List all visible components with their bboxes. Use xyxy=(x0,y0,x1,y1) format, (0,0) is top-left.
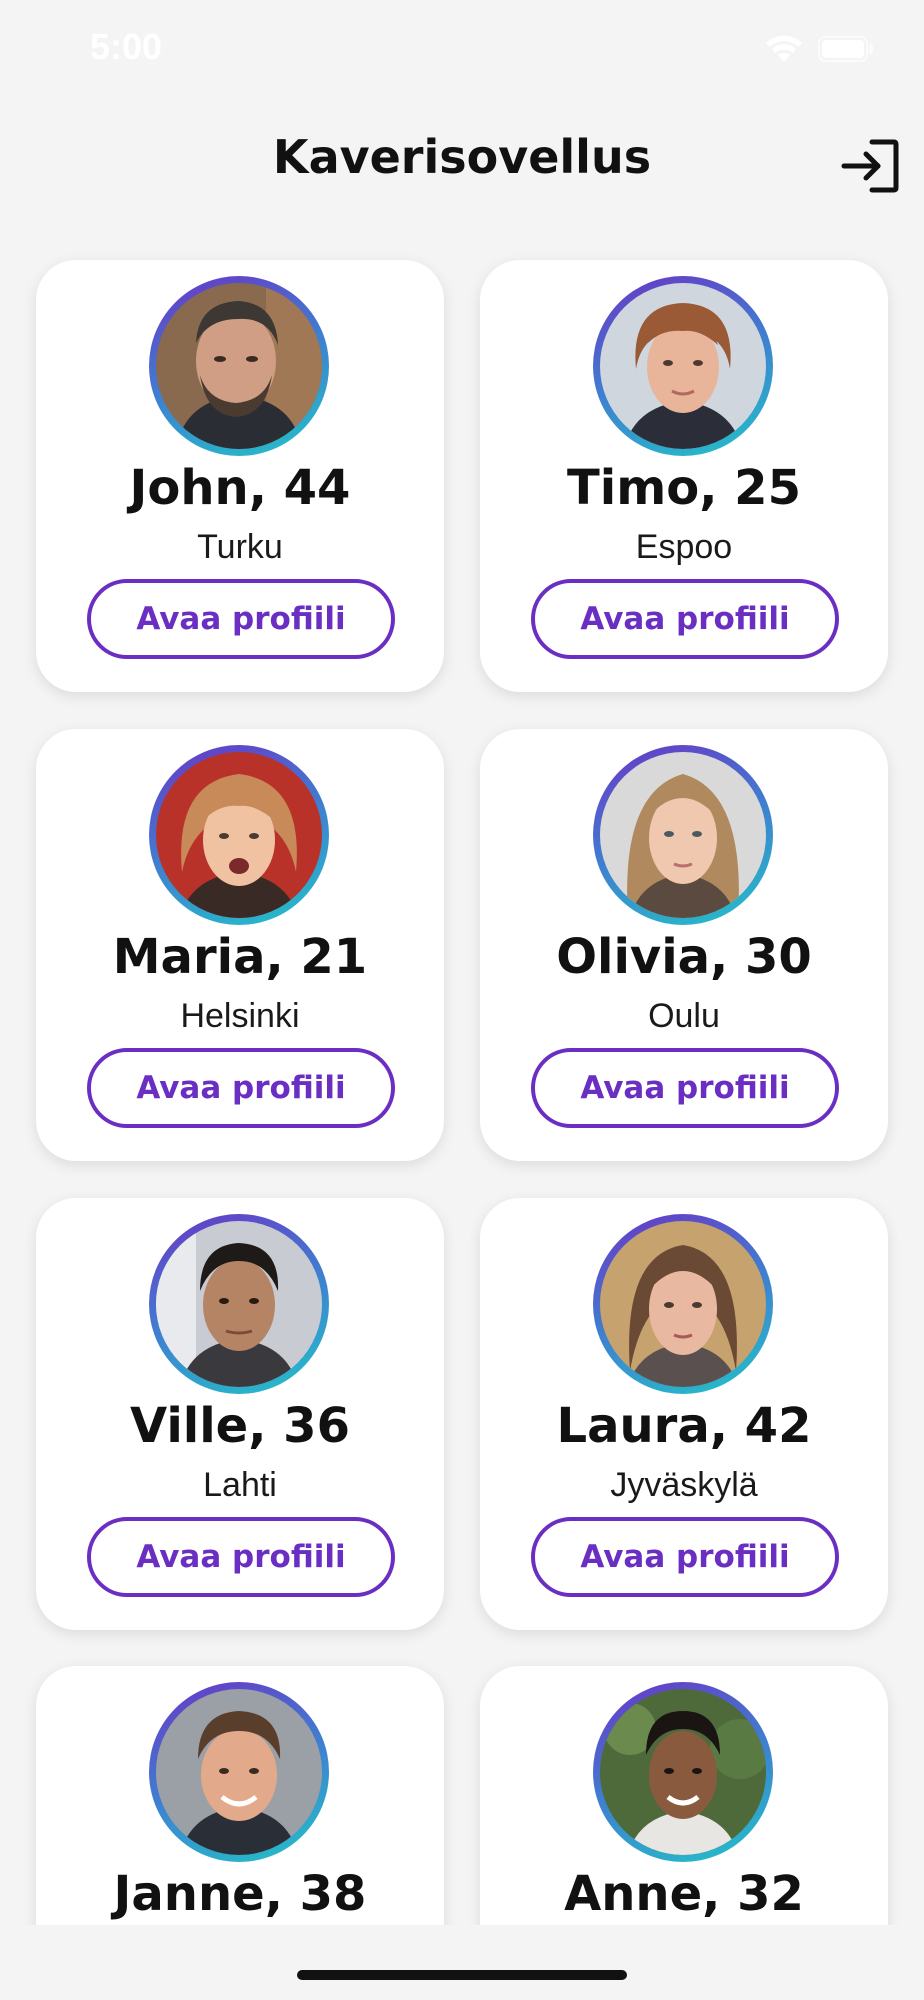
friend-name: Laura, 42 xyxy=(556,1398,812,1454)
avatar-ring xyxy=(149,745,329,925)
avatar xyxy=(156,1221,322,1387)
friend-name: Maria, 21 xyxy=(112,929,368,985)
friend-name: Janne, 38 xyxy=(113,1866,367,1922)
friend-city: Lahti xyxy=(203,1466,277,1504)
avatar-ring xyxy=(149,1682,329,1862)
home-indicator[interactable] xyxy=(297,1970,627,1980)
friend-name: John, 44 xyxy=(129,460,351,516)
page-title: Kaverisovellus xyxy=(272,130,652,184)
avatar xyxy=(600,752,766,918)
avatar xyxy=(156,283,322,449)
open-profile-button[interactable]: Avaa profiili xyxy=(87,1517,395,1597)
avatar-ring xyxy=(149,276,329,456)
friend-card: Janne, 38 xyxy=(36,1666,444,1925)
avatar-ring xyxy=(593,745,773,925)
friend-card: Ville, 36 Lahti Avaa profiili xyxy=(36,1198,444,1630)
open-profile-button[interactable]: Avaa profiili xyxy=(531,1048,839,1128)
open-profile-button[interactable]: Avaa profiili xyxy=(531,1517,839,1597)
friend-card: Anne, 32 xyxy=(480,1666,888,1925)
friend-card: Maria, 21 Helsinki Avaa profiili xyxy=(36,729,444,1161)
friend-card: Timo, 25 Espoo Avaa profiili xyxy=(480,260,888,692)
friend-city: Jyväskylä xyxy=(610,1466,758,1504)
open-profile-button[interactable]: Avaa profiili xyxy=(87,1048,395,1128)
friend-name: Anne, 32 xyxy=(564,1866,804,1922)
friend-card: Olivia, 30 Oulu Avaa profiili xyxy=(480,729,888,1161)
friend-city: Espoo xyxy=(635,528,733,566)
friend-city: Oulu xyxy=(648,997,720,1035)
avatar-ring xyxy=(593,1682,773,1862)
friend-card: John, 44 Turku Avaa profiili xyxy=(36,260,444,692)
header: Kaverisovellus xyxy=(0,100,924,230)
friend-city: Helsinki xyxy=(180,997,300,1035)
avatar-ring xyxy=(593,276,773,456)
friend-name: Ville, 36 xyxy=(130,1398,350,1454)
avatar xyxy=(156,752,322,918)
avatar xyxy=(156,1689,322,1855)
friend-city: Turku xyxy=(197,528,283,566)
logout-icon[interactable] xyxy=(838,136,902,196)
friend-name: Olivia, 30 xyxy=(556,929,812,985)
avatar xyxy=(600,1221,766,1387)
avatar-ring xyxy=(149,1214,329,1394)
open-profile-button[interactable]: Avaa profiili xyxy=(87,579,395,659)
friend-name: Timo, 25 xyxy=(567,460,801,516)
friend-card: Laura, 42 Jyväskylä Avaa profiili xyxy=(480,1198,888,1630)
avatar xyxy=(600,283,766,449)
friends-grid: John, 44 Turku Avaa profiili Timo, 25 Es… xyxy=(0,0,924,1925)
avatar xyxy=(600,1689,766,1855)
avatar-ring xyxy=(593,1214,773,1394)
open-profile-button[interactable]: Avaa profiili xyxy=(531,579,839,659)
